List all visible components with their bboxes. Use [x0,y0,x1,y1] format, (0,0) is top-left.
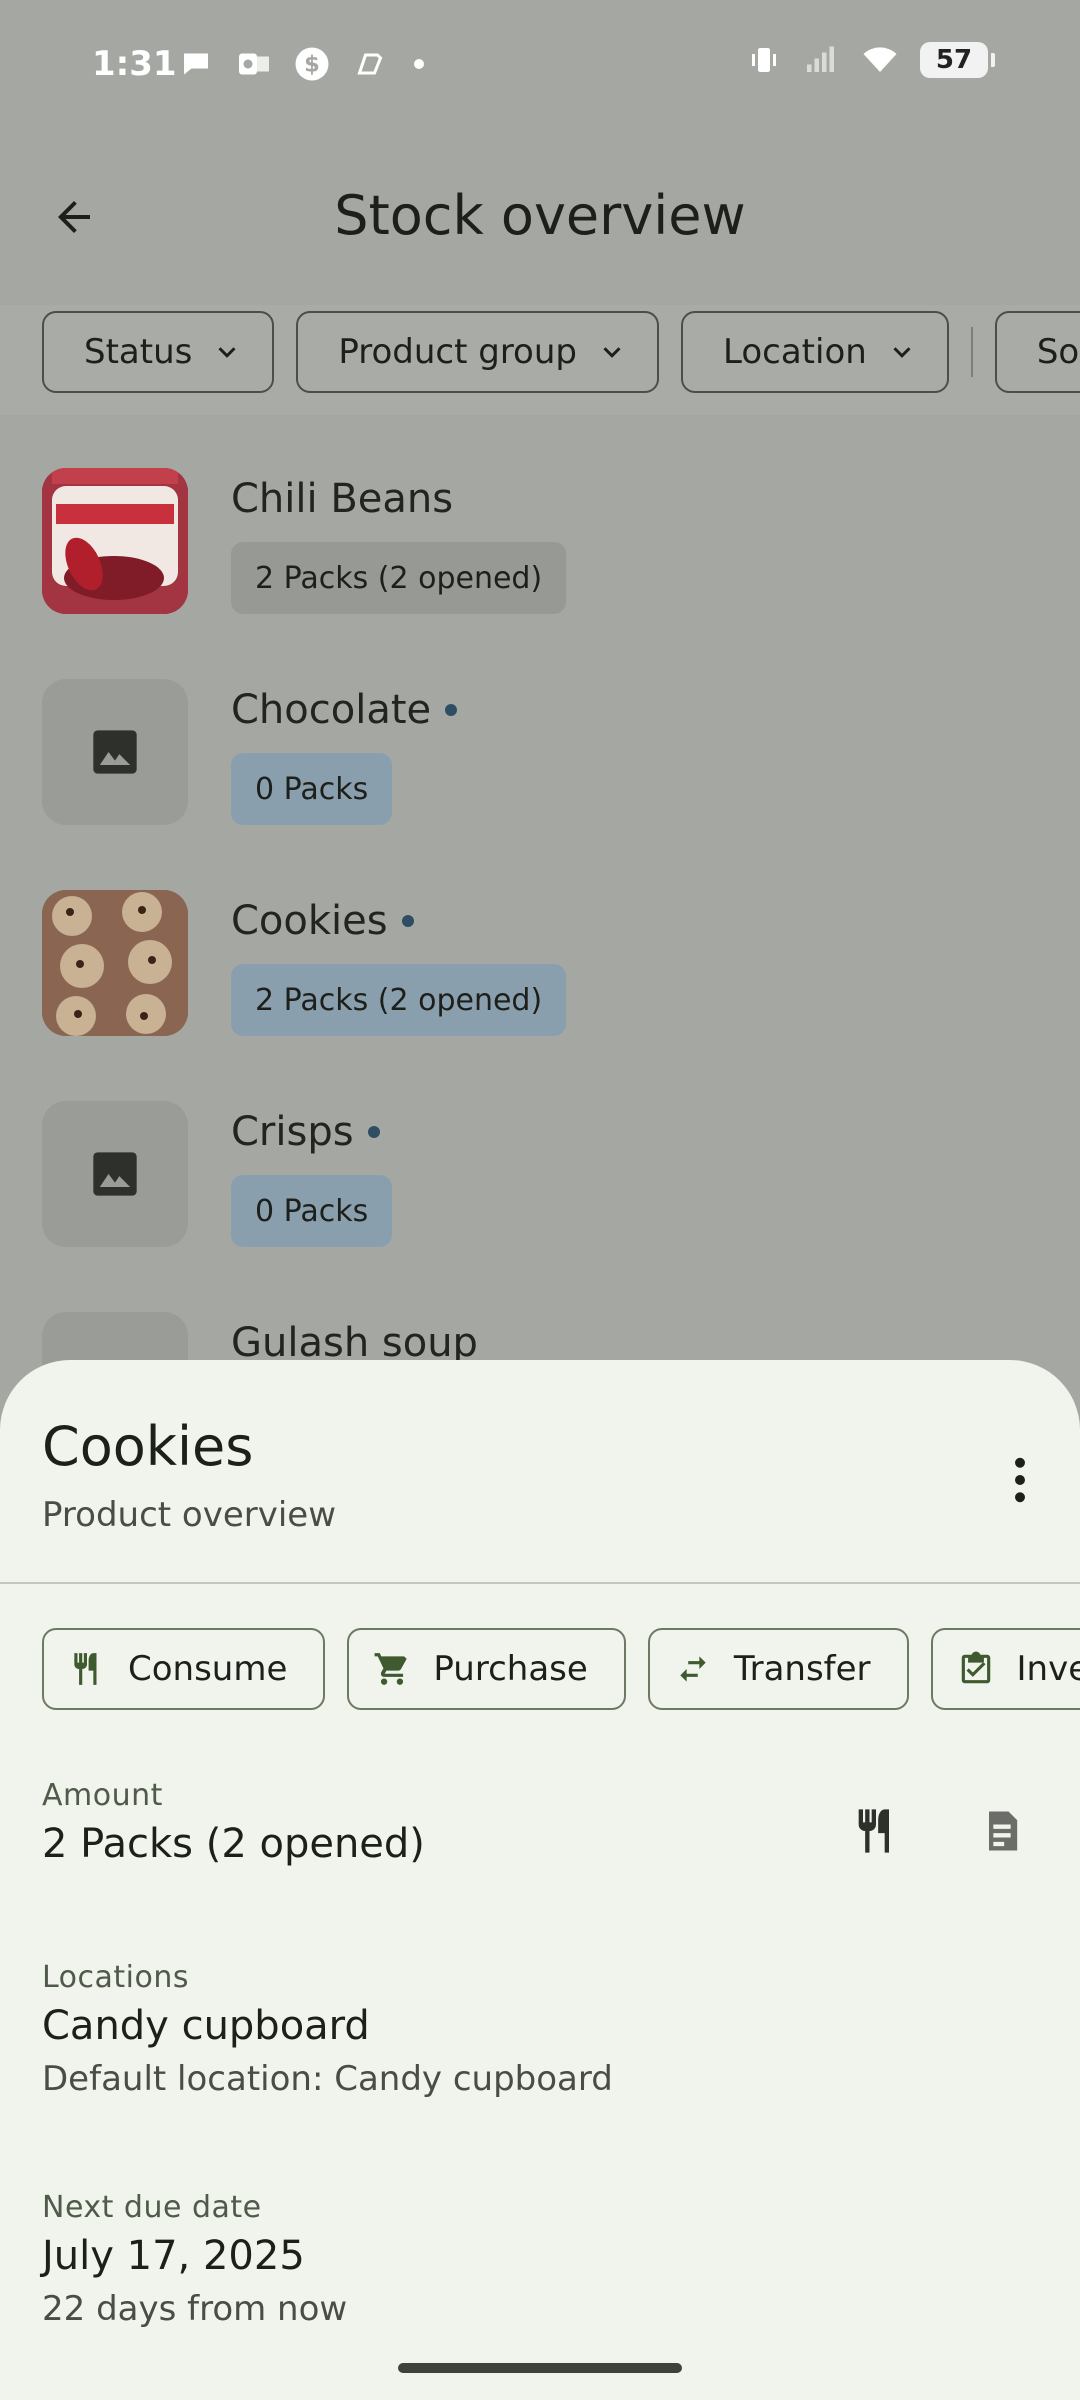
package-open-icon [989,1811,1018,1851]
outlook-icon [236,46,272,82]
product-overview-sheet: Cookies Product overview Consume Purchas… [0,1360,1080,2400]
notification-icons: $ [178,46,424,82]
product-name: Cookies [231,898,414,944]
sort-chip[interactable]: Sort [994,311,1080,393]
more-options-button[interactable] [990,1445,1050,1515]
fork-knife-icon [74,1653,97,1685]
status-dot [401,915,414,927]
stock-badge: 0 Packs [231,753,393,825]
image-placeholder-icon [93,730,137,774]
filter-chip-status[interactable]: Status [42,311,275,393]
action-chips: Consume Purchase Transfer Inventory [42,1628,1080,1710]
list-item[interactable]: Cookies 2 Packs (2 opened) [0,852,1080,1063]
battery-icon: 57 [920,42,995,78]
list-item[interactable]: Chili Beans 2 Packs (2 opened) [0,430,1080,641]
due-date-value: July 17, 2025 [42,2233,305,2279]
open-quick-button[interactable] [976,1805,1028,1861]
filter-chip-label: Location [723,332,867,372]
divider [0,1582,1080,1584]
sheet-subtitle: Product overview [42,1495,337,1535]
status-time: 1:31 [92,44,177,84]
filter-bar: Status Product group Location Sort [0,305,1080,415]
filter-chip-product-group[interactable]: Product group [296,311,659,393]
due-date-section: Next due date July 17, 2025 22 days from… [42,2190,347,2329]
stock-badge: 2 Packs (2 opened) [231,542,567,614]
clipboard-check-icon [961,1651,990,1684]
filter-chip-label: Status [84,332,193,372]
amount-label: Amount [42,1778,163,1813]
amount-value: 2 Packs (2 opened) [42,1821,425,1867]
chevron-down-icon [603,347,621,358]
transfer-icon [680,1656,706,1682]
amount-actions [850,1805,1028,1861]
sheet-title: Cookies [42,1415,254,1478]
due-date-relative: 22 days from now [42,2289,348,2329]
consume-button[interactable]: Consume [42,1628,326,1710]
product-name: Chocolate [231,687,458,733]
amount-section: Amount 2 Packs (2 opened) [42,1778,425,1867]
product-image-chili-beans [42,468,188,614]
top-app-bar: Stock overview [0,140,1080,290]
transfer-button[interactable]: Transfer [647,1628,909,1710]
chat-bubble-icon [178,46,214,82]
locations-label: Locations [42,1960,190,1995]
consume-quick-button[interactable] [850,1805,902,1861]
status-dot [445,704,458,716]
product-name: Crisps [231,1109,380,1155]
copilot-icon [352,46,388,82]
vibrate-icon [746,42,782,78]
wifi-icon [862,42,898,78]
purchase-button[interactable]: Purchase [347,1628,626,1710]
more-notifications-dot [414,59,424,69]
locations-section: Locations Candy cupboard Default locatio… [42,1960,613,2099]
page-title: Stock overview [334,184,746,247]
product-list: Chili Beans 2 Packs (2 opened) Chocolate… [0,430,1080,1485]
due-date-label: Next due date [42,2190,262,2225]
chevron-down-icon [218,347,236,358]
status-dot [367,1126,380,1138]
svg-text:$: $ [304,52,320,78]
product-image-placeholder [42,1101,188,1247]
filter-chip-label: Sort [1036,332,1080,372]
home-indicator[interactable] [398,2363,682,2373]
dollar-icon: $ [294,46,330,82]
product-image-cookies [42,890,188,1036]
cart-icon [374,1653,408,1685]
stock-badge: 2 Packs (2 opened) [231,964,567,1036]
product-image-placeholder [42,679,188,825]
chevron-down-icon [893,347,911,358]
default-location: Default location: Candy cupboard [42,2059,613,2099]
signal-icon [804,42,840,78]
list-item[interactable]: Crisps 0 Packs [0,1063,1080,1274]
image-placeholder-icon [93,1152,137,1196]
product-name: Chili Beans [231,476,454,522]
fork-knife-icon [858,1809,889,1853]
list-item[interactable]: Chocolate 0 Packs [0,641,1080,852]
system-icons: 57 [746,42,995,78]
more-vert-icon [1015,1457,1025,1503]
status-bar: 1:31 $ 57 [0,0,1080,130]
stock-badge: 0 Packs [231,1175,393,1247]
location-value: Candy cupboard [42,2003,370,2049]
inventory-button[interactable]: Inventory [930,1628,1080,1710]
filter-chip-label: Product group [338,332,577,372]
filter-chip-location[interactable]: Location [681,311,949,393]
chip-divider [970,327,973,377]
